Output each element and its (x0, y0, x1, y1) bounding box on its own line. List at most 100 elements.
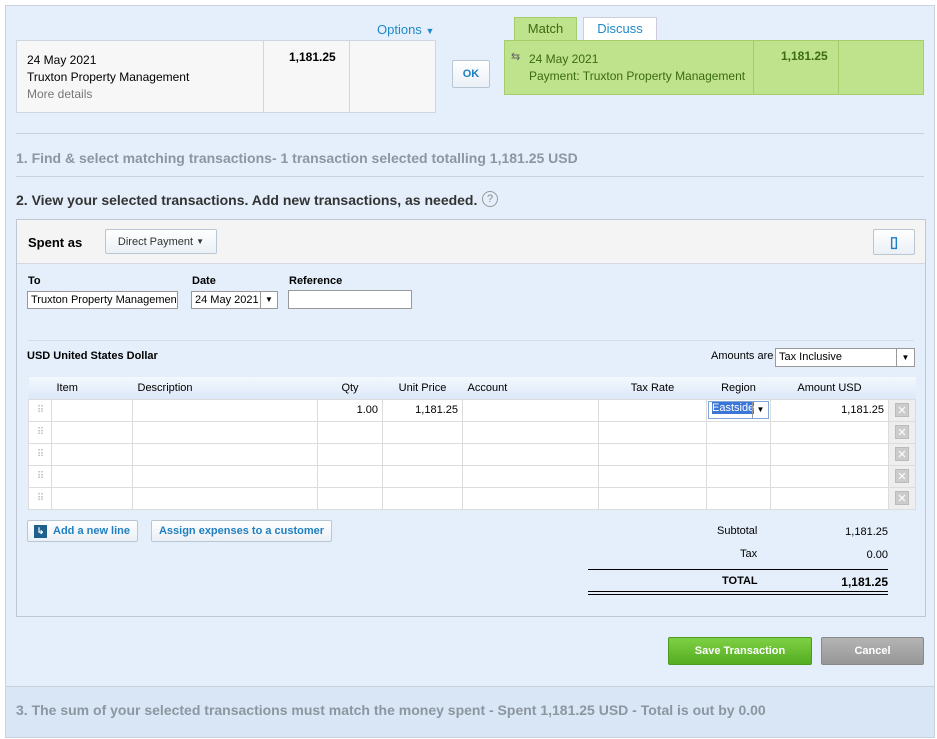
qty-cell[interactable] (317, 420, 383, 444)
tax-rate-cell[interactable] (598, 486, 707, 510)
amounts-are-select[interactable]: Tax Inclusive ▼ (775, 348, 915, 367)
amount-cell[interactable] (770, 420, 889, 444)
add-line-icon: ↳ (34, 524, 47, 538)
unit-price-cell[interactable]: 1,181.25 (382, 398, 463, 422)
close-icon: ✕ (895, 469, 909, 483)
ok-button[interactable]: OK (452, 60, 490, 88)
tab-discuss[interactable]: Discuss (583, 17, 657, 41)
qty-cell[interactable]: 1.00 (317, 398, 383, 422)
item-cell[interactable] (51, 442, 133, 466)
qty-cell[interactable] (317, 442, 383, 466)
description-cell[interactable] (132, 464, 318, 488)
region-cell[interactable] (706, 442, 771, 466)
table-row[interactable]: ⠿ 1.00 1,181.25 Eastside ▼ 1,181.25 ✕ (28, 398, 916, 422)
col-drag (28, 377, 52, 399)
drag-handle-icon[interactable]: ⠿ (28, 442, 52, 466)
spent-type-value: Direct Payment (117, 235, 194, 248)
table-row[interactable]: ⠿ ✕ (28, 420, 916, 444)
col-delete (888, 377, 916, 399)
cancel-button[interactable]: Cancel (821, 637, 924, 665)
table-row[interactable]: ⠿ ✕ (28, 486, 916, 510)
col-account: Account (462, 377, 599, 399)
spent-type-dropdown[interactable]: Direct Payment ▼ (105, 229, 217, 254)
region-cell[interactable]: Eastside ▼ (706, 398, 771, 422)
amount-cell[interactable] (770, 442, 889, 466)
region-value[interactable]: Eastside (712, 402, 755, 414)
delete-line-button[interactable]: ✕ (888, 464, 916, 488)
reference-input[interactable] (288, 290, 412, 309)
table-row[interactable]: ⠿ ✕ (28, 464, 916, 488)
delete-line-button[interactable]: ✕ (888, 442, 916, 466)
total-double-rule (588, 591, 888, 595)
tax-rate-cell[interactable] (598, 398, 707, 422)
item-cell[interactable] (51, 398, 133, 422)
caret-down-icon: ▼ (196, 237, 205, 246)
amount-cell[interactable] (770, 464, 889, 488)
region-select[interactable]: Eastside ▼ (708, 401, 769, 419)
statement-line[interactable]: 24 May 2021 Truxton Property Management … (16, 40, 436, 113)
line-items-table: Item Description Qty Unit Price Account … (28, 377, 916, 510)
column-divider (263, 41, 264, 112)
options-menu[interactable]: Options ▼ (377, 22, 434, 37)
drag-handle-icon[interactable]: ⠿ (28, 420, 52, 444)
amount-cell[interactable]: 1,181.25 (770, 398, 889, 422)
tab-match[interactable]: Match (514, 17, 577, 41)
more-details-link[interactable]: More details (27, 87, 92, 101)
description-cell[interactable] (132, 420, 318, 444)
drag-handle-icon[interactable]: ⠿ (28, 486, 52, 510)
drag-handle-icon[interactable]: ⠿ (28, 464, 52, 488)
unit-price-cell[interactable] (382, 464, 463, 488)
unit-price-cell[interactable] (382, 486, 463, 510)
account-cell[interactable] (462, 442, 599, 466)
caret-down-icon: ▼ (896, 349, 914, 366)
caret-down-icon: ▼ (425, 26, 435, 36)
match-transaction[interactable]: ⇆ 24 May 2021 Payment: Truxton Property … (504, 40, 924, 95)
col-region: Region (706, 377, 771, 399)
region-cell[interactable] (706, 486, 771, 510)
copy-document-icon[interactable]: ▯ (873, 229, 915, 255)
table-row[interactable]: ⠿ ✕ (28, 442, 916, 466)
step-3-heading: 3. The sum of your selected transactions… (16, 702, 766, 718)
region-cell[interactable] (706, 420, 771, 444)
tax-rate-cell[interactable] (598, 464, 707, 488)
account-cell[interactable] (462, 486, 599, 510)
currency-label: USD United States Dollar (27, 350, 158, 362)
tax-rate-cell[interactable] (598, 442, 707, 466)
assign-customer-button[interactable]: Assign expenses to a customer (151, 520, 332, 542)
description-cell[interactable] (132, 398, 318, 422)
item-cell[interactable] (51, 464, 133, 488)
amounts-are-value: Tax Inclusive (779, 351, 842, 363)
caret-down-icon[interactable]: ▼ (752, 402, 768, 418)
delete-line-button[interactable]: ✕ (888, 486, 916, 510)
calendar-dropdown-icon[interactable]: ▼ (260, 292, 277, 308)
step-1-heading[interactable]: 1. Find & select matching transactions- … (16, 150, 578, 166)
match-date: 24 May 2021 (529, 52, 599, 66)
region-cell[interactable] (706, 464, 771, 488)
delete-line-button[interactable]: ✕ (888, 420, 916, 444)
amount-cell[interactable] (770, 486, 889, 510)
help-icon[interactable]: ? (482, 191, 498, 207)
account-cell[interactable] (462, 464, 599, 488)
unit-price-cell[interactable] (382, 442, 463, 466)
description-cell[interactable] (132, 486, 318, 510)
qty-cell[interactable] (317, 464, 383, 488)
drag-handle-icon[interactable]: ⠿ (28, 398, 52, 422)
account-cell[interactable] (462, 398, 599, 422)
to-input[interactable]: Truxton Property Managemen (27, 291, 178, 309)
step-2-heading: 2. View your selected transactions. Add … (16, 192, 478, 208)
item-cell[interactable] (51, 420, 133, 444)
date-input[interactable]: 24 May 2021 ▼ (191, 291, 278, 309)
item-cell[interactable] (51, 486, 133, 510)
total-rule (588, 569, 888, 570)
description-cell[interactable] (132, 442, 318, 466)
col-tax-rate: Tax Rate (598, 377, 707, 399)
date-value: 24 May 2021 (195, 294, 259, 306)
col-description: Description (132, 377, 318, 399)
delete-line-button[interactable]: ✕ (888, 398, 916, 422)
save-transaction-button[interactable]: Save Transaction (668, 637, 812, 665)
qty-cell[interactable] (317, 486, 383, 510)
unit-price-cell[interactable] (382, 420, 463, 444)
account-cell[interactable] (462, 420, 599, 444)
add-line-button[interactable]: ↳ Add a new line (27, 520, 138, 542)
tax-rate-cell[interactable] (598, 420, 707, 444)
